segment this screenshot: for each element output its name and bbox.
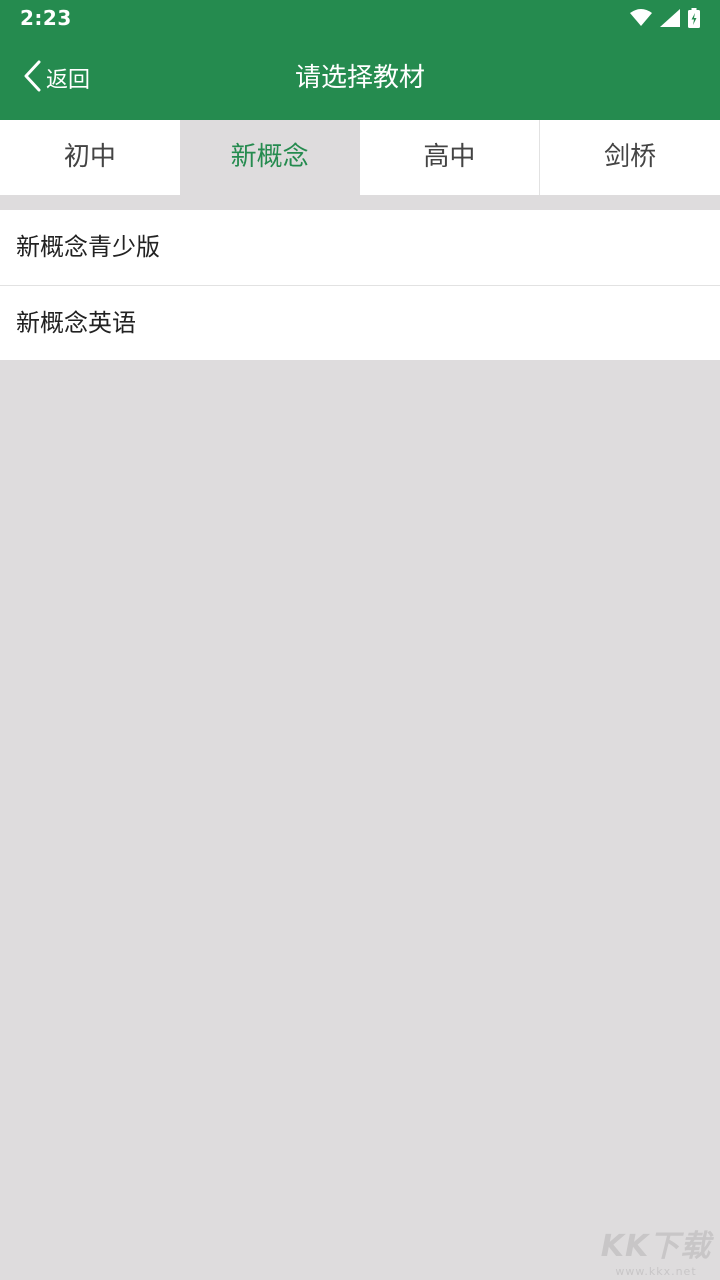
status-bar: 2:23 (0, 0, 720, 38)
textbook-category-tabs: 初中 新概念 高中 剑桥 (0, 120, 720, 195)
nav-bar: 返回 请选择教材 (0, 38, 720, 120)
list-item-new-concept-youth[interactable]: 新概念青少版 (0, 210, 720, 285)
wifi-icon (630, 9, 652, 27)
watermark-url: www.kkx.net (615, 1265, 697, 1278)
tab-senior-high[interactable]: 高中 (359, 120, 540, 195)
app-header: 2:23 返回 请选择教材 (0, 0, 720, 120)
list-item-new-concept-english[interactable]: 新概念英语 (0, 285, 720, 360)
battery-charging-icon (688, 8, 700, 28)
tab-junior-high[interactable]: 初中 (0, 120, 180, 195)
status-time: 2:23 (20, 6, 72, 30)
tab-cambridge[interactable]: 剑桥 (539, 120, 720, 195)
tab-new-concept[interactable]: 新概念 (179, 120, 360, 195)
page-title: 请选择教材 (294, 63, 425, 93)
watermark-text: KK下载 (600, 1229, 712, 1264)
watermark: KK下载 www.kkx.net (596, 1221, 716, 1278)
textbook-list: 新概念青少版 新概念英语 (0, 210, 720, 360)
status-icons (630, 7, 700, 29)
signal-icon (660, 9, 680, 27)
